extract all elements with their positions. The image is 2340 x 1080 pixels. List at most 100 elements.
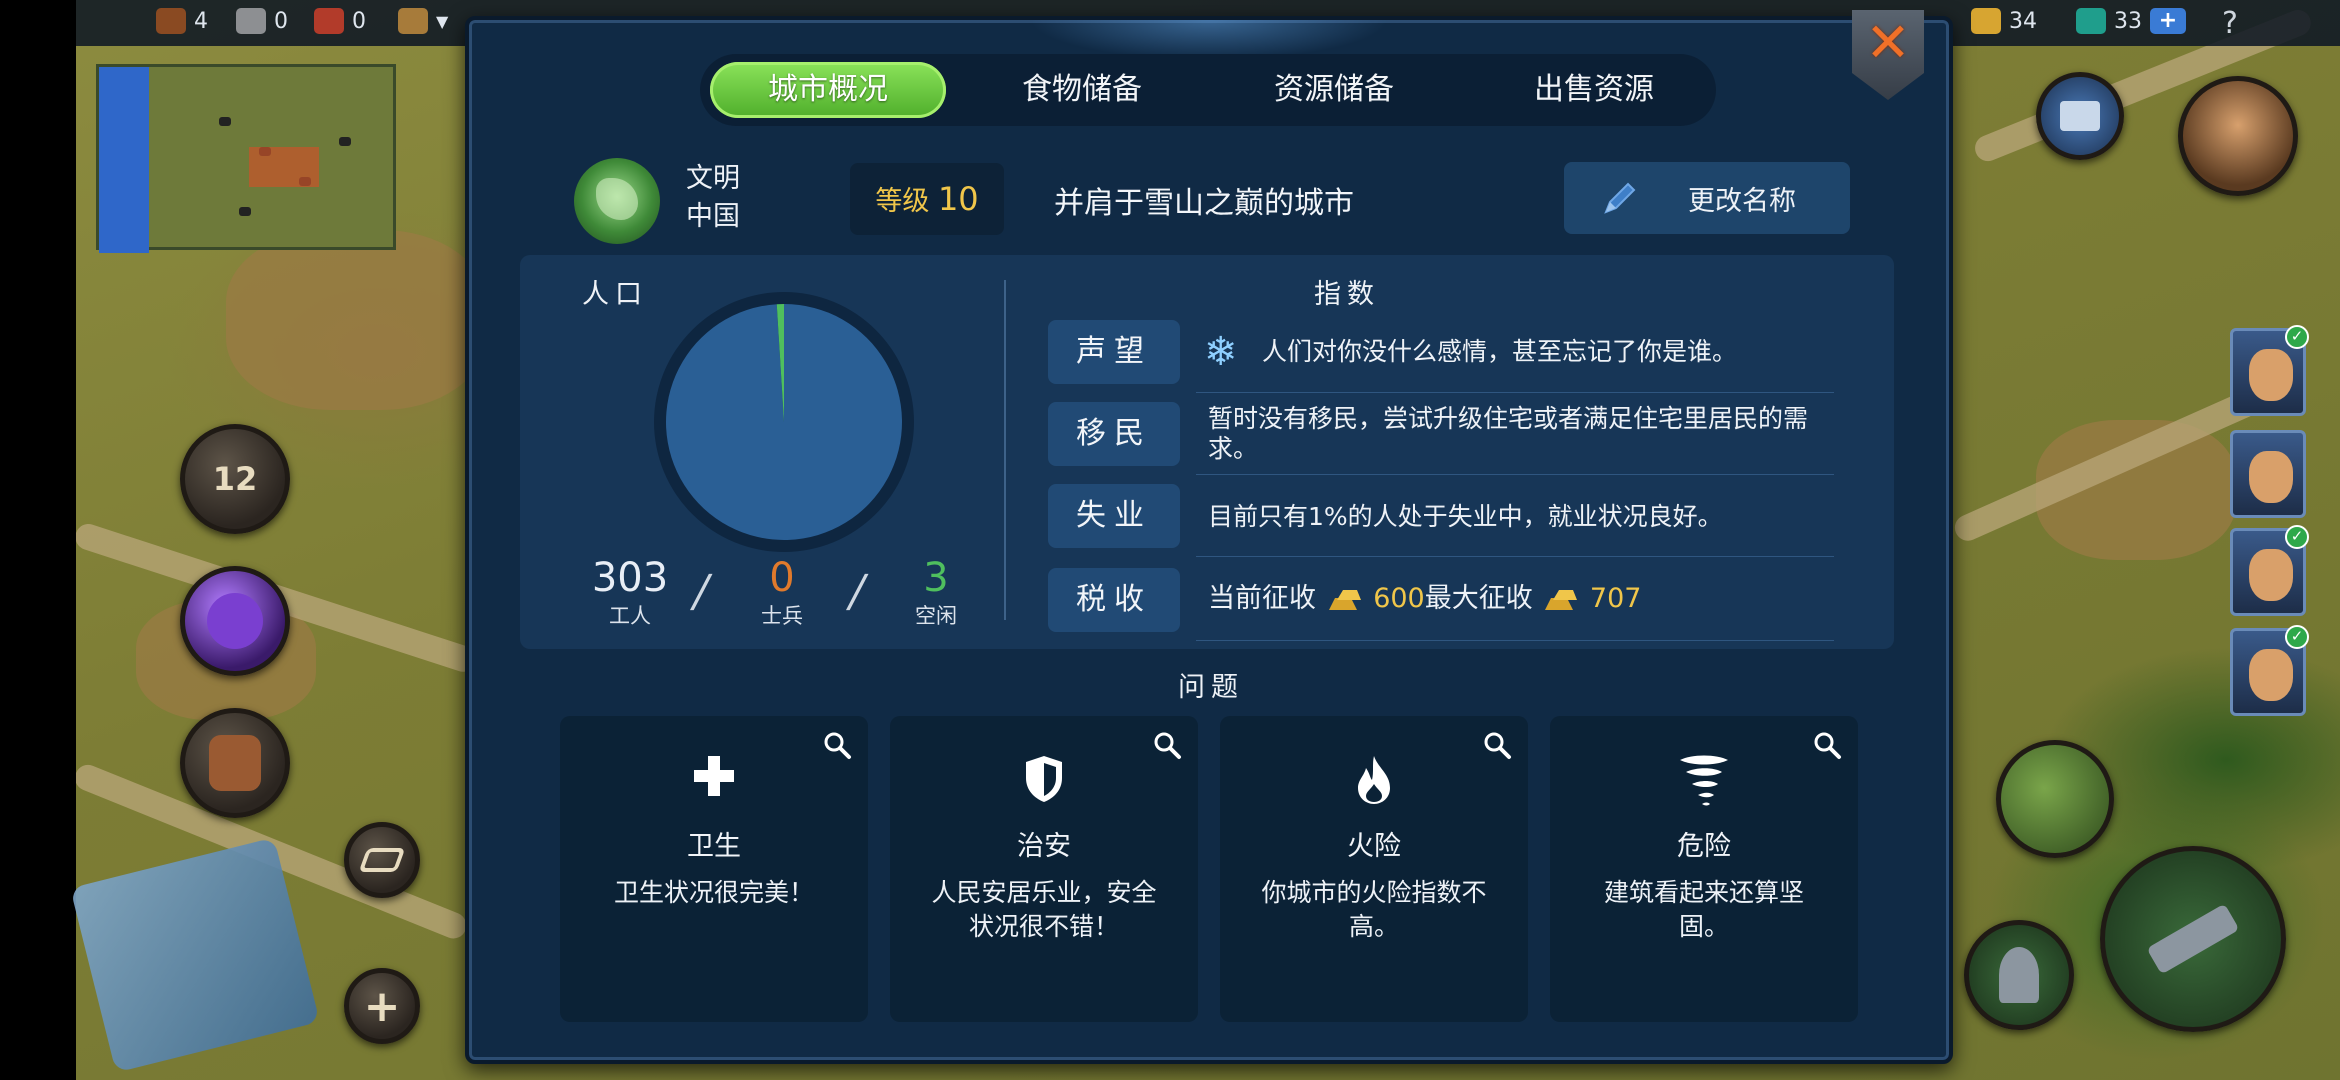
brick-resource[interactable]: 0 [314,8,366,34]
tax-text: 当前征收 600最大征收 707 [1208,583,1642,614]
idle-label: 空闲 [915,604,957,628]
magic-orb-button[interactable] [180,566,290,676]
unemployment-text: 目前只有1%的人处于失业中，就业状况良好。 [1208,502,1723,531]
row-divider [1196,474,1834,475]
gold-resource[interactable]: 34 [1971,8,2037,34]
problem-description: 卫生状况很完美！ [613,878,814,907]
buy-gems-button[interactable]: + [2150,8,2186,34]
tab-sell-resources[interactable]: 出售资源 [1476,62,1712,118]
check-icon: ✓ [2285,625,2309,649]
tax-label: 税收 [1048,568,1180,632]
backpack-icon [209,735,261,791]
wood-count: 4 [194,8,208,34]
gold-bars-icon [1328,589,1361,610]
help-button[interactable]: ? [2222,6,2238,41]
hero-portrait[interactable] [2230,430,2306,518]
shield-icon [1026,756,1062,802]
brick-count: 0 [352,8,366,34]
workers-value: 303 [591,555,669,601]
civ-name: 中国 [686,201,740,232]
tab-resource-storage[interactable]: 资源储备 [1216,62,1452,118]
soldiers-stat: 0 士兵 [742,556,822,630]
hammer-icon [2146,903,2240,975]
minimap-water [99,67,149,253]
brick-icon [314,8,344,34]
build-hammer-button[interactable] [2100,846,2286,1032]
population-title: 人口 [582,279,648,310]
problem-name: 危险 [1677,831,1731,862]
tab-food-storage[interactable]: 食物储备 [964,62,1200,118]
chevron-down-icon: ▼ [436,11,449,31]
level-label: 等级 [875,186,930,217]
indices-title: 指数 [1314,279,1380,310]
calendar-button[interactable]: 12 [180,424,290,534]
row-divider [1196,640,1834,641]
gold-bars-icon [1545,589,1578,610]
minimap[interactable] [96,64,396,253]
rename-label: 更改名称 [1688,185,1796,217]
problems-title: 问题 [1178,672,1244,703]
tax-max-value: 707 [1589,583,1642,614]
layers-button[interactable] [344,822,420,898]
close-icon: ✕ [1865,11,1911,74]
more-resources-dropdown[interactable]: ▼ [398,8,448,34]
terrain-tool-button[interactable] [1996,740,2114,858]
minimap-building [219,117,231,126]
stone-count: 0 [274,8,288,34]
gem-count: 33 [2114,8,2142,34]
calendar-day: 12 [212,460,258,498]
shovel-icon [1999,947,2039,1003]
check-icon: ✓ [2285,525,2309,549]
gem-resource[interactable]: 33 + [2076,8,2186,34]
pencil-icon [1604,182,1636,214]
plus-icon [694,756,734,796]
problem-description: 建筑看起来还算坚固。 [1603,878,1804,941]
hero-portrait[interactable]: ✓ [2230,325,2309,416]
population-pie-chart [654,292,914,552]
soldiers-label: 士兵 [761,604,803,628]
immigration-label: 移民 [1048,402,1180,466]
dragon-emblem-icon [574,158,660,244]
shovel-button[interactable] [1964,920,2074,1030]
prestige-text: 人们对你没什么感情，甚至忘记了你是谁。 [1262,337,1738,366]
unemployment-label: 失业 [1048,484,1180,548]
layers-icon [358,848,406,872]
workers-stat: 303 工人 [582,556,678,630]
problem-card-danger: 危险 建筑看起来还算坚固。 [1550,716,1858,1022]
stone-resource[interactable]: 0 [236,8,288,34]
gem-icon [2076,8,2106,34]
stats-divider [1004,280,1006,620]
problem-card-sanitation: 卫生 卫生状况很完美！ [560,716,868,1022]
workers-label: 工人 [609,604,651,628]
gold-count: 34 [2009,8,2037,34]
tab-city-overview[interactable]: 城市概况 [710,62,946,118]
civilization-info: 文明 中国 [686,160,740,236]
problem-description: 人民安居乐业，安全状况很不错！ [931,878,1157,941]
problem-card-security: 治安 人民安居乐业，安全状况很不错！ [890,716,1198,1022]
idle-stat: 3 空闲 [896,556,976,630]
wood-resource[interactable]: 4 [156,8,208,34]
add-button[interactable]: + [344,968,420,1044]
player-avatar[interactable] [2178,76,2298,196]
check-icon: ✓ [2285,325,2309,349]
minimap-building [339,137,351,146]
civ-label: 文明 [686,163,740,194]
minimap-city-marker [249,147,319,187]
hero-portrait[interactable]: ✓ [2230,625,2309,716]
advisor-button[interactable] [2036,72,2124,160]
level-value: 10 [937,180,979,218]
immigration-text: 暂时没有移民，尝试升级住宅或者满足住宅里居民的需求。 [1208,404,1809,463]
tab-bar: 城市概况 食物储备 资源储备 出售资源 [700,54,1716,126]
prestige-label: 声望 [1048,320,1180,384]
soldiers-value: 0 [769,555,795,601]
fire-icon [1358,756,1390,804]
rename-button[interactable]: 更改名称 [1564,162,1850,234]
problem-name: 卫生 [687,831,741,862]
tornado-icon [1680,755,1728,806]
screen-edge [0,0,76,1080]
problem-name: 火险 [1347,831,1401,862]
hero-portrait[interactable]: ✓ [2230,525,2309,616]
crown-icon [2060,101,2100,131]
backpack-button[interactable] [180,708,290,818]
gold-bar-icon [1971,8,2001,34]
